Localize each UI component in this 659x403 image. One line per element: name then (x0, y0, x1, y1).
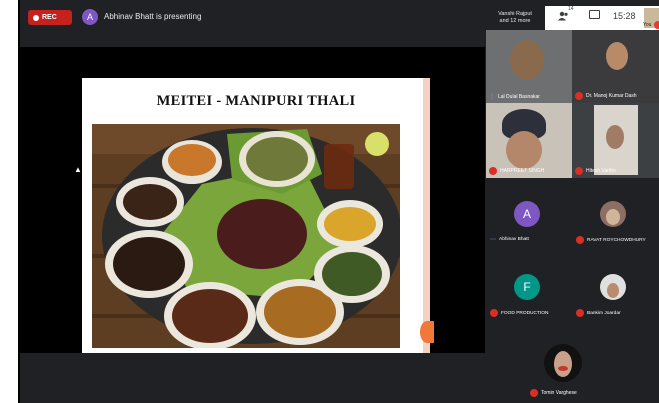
others-line-1: Vanshi Rajput (498, 11, 532, 17)
participant-name: Hitesh Vartho (575, 167, 616, 175)
participant-avatar (600, 274, 626, 300)
participant-tile[interactable]: Bankim Joardar (574, 268, 650, 326)
record-dot-icon (33, 14, 39, 21)
thali-photo (92, 124, 400, 348)
mic-off-icon (576, 236, 584, 244)
participant-tile[interactable]: Hitesh Vartho (572, 103, 659, 178)
avatar-detail (558, 366, 568, 371)
presenter-text: Abhinav Bhatt is presenting (104, 12, 202, 21)
avatar-photo (606, 209, 620, 225)
rec-label: REC (42, 14, 57, 21)
mic-off-icon (489, 167, 497, 175)
participant-name: Tomin Varghese (530, 389, 577, 397)
speaking-icon: ⋮ (489, 94, 495, 100)
shared-screen: ▲ MEITEI - MANIPURI THALI (20, 47, 485, 353)
participant-tile[interactable]: Tomin Varghese (504, 330, 622, 403)
participant-name: ⋯ Abhinav Bhatt (490, 237, 529, 243)
mic-off-icon (575, 167, 583, 175)
participant-face (606, 42, 628, 70)
others-line-2: and 12 more (499, 18, 531, 24)
chat-icon[interactable] (589, 10, 600, 19)
meet-window: REC A Abhinav Bhatt is presenting Vanshi… (18, 0, 659, 403)
participant-tile[interactable]: F FOOD PRODUCTION (488, 268, 564, 326)
speaking-icon: ⋯ (490, 237, 496, 243)
participant-tile[interactable]: ⋮ Lal Dulal Basnakar (486, 30, 572, 103)
mic-off-icon (575, 92, 583, 100)
slide-title: MEITEI - MANIPURI THALI (156, 93, 356, 109)
presenter-avatar: A (82, 9, 98, 25)
avatar-photo (607, 282, 619, 298)
participant-tile[interactable]: Dr. Manoj Kumar Dash (572, 30, 659, 103)
slide-side-stripe (423, 78, 430, 353)
participant-avatar: A (514, 201, 540, 227)
mic-off-icon (490, 309, 498, 317)
participant-tile[interactable]: A ⋯ Abhinav Bhatt (488, 195, 564, 253)
avatar-photo (554, 351, 572, 377)
people-icon[interactable] (558, 11, 570, 21)
participant-name: FOOD PRODUCTION (490, 309, 548, 317)
clock: 15:28 (613, 11, 636, 21)
participant-name: Bankim Joardar (576, 309, 621, 317)
participant-name: RAVAT ROYCHOWDHURY (576, 236, 646, 244)
participant-name: ⋮ Lal Dulal Basnakar (489, 93, 540, 101)
participant-name: HARPREET SINGH (489, 167, 544, 175)
recording-badge: REC (28, 10, 72, 25)
mic-off-icon (576, 309, 584, 317)
participant-avatar: F (514, 274, 540, 300)
mouse-cursor-icon: ▲ (74, 165, 82, 174)
participant-face (506, 131, 542, 169)
self-mic-off-icon (654, 21, 659, 29)
slide-decoration (420, 321, 434, 343)
participant-face (606, 125, 624, 149)
participant-avatar (544, 344, 582, 382)
top-bar: REC A Abhinav Bhatt is presenting Vanshi… (20, 0, 659, 34)
participant-tile[interactable]: RAVAT ROYCHOWDHURY (574, 195, 650, 253)
participant-avatar (600, 201, 626, 227)
people-count: 14 (568, 6, 574, 12)
participant-face (510, 40, 544, 80)
participant-name: Dr. Manoj Kumar Dash (575, 92, 637, 100)
presentation-slide: MEITEI - MANIPURI THALI (82, 78, 434, 353)
mic-off-icon (530, 389, 538, 397)
participant-tile[interactable]: HARPREET SINGH (486, 103, 572, 178)
other-participants-label[interactable]: Vanshi Rajput and 12 more (485, 6, 545, 30)
self-label: You (643, 22, 652, 28)
